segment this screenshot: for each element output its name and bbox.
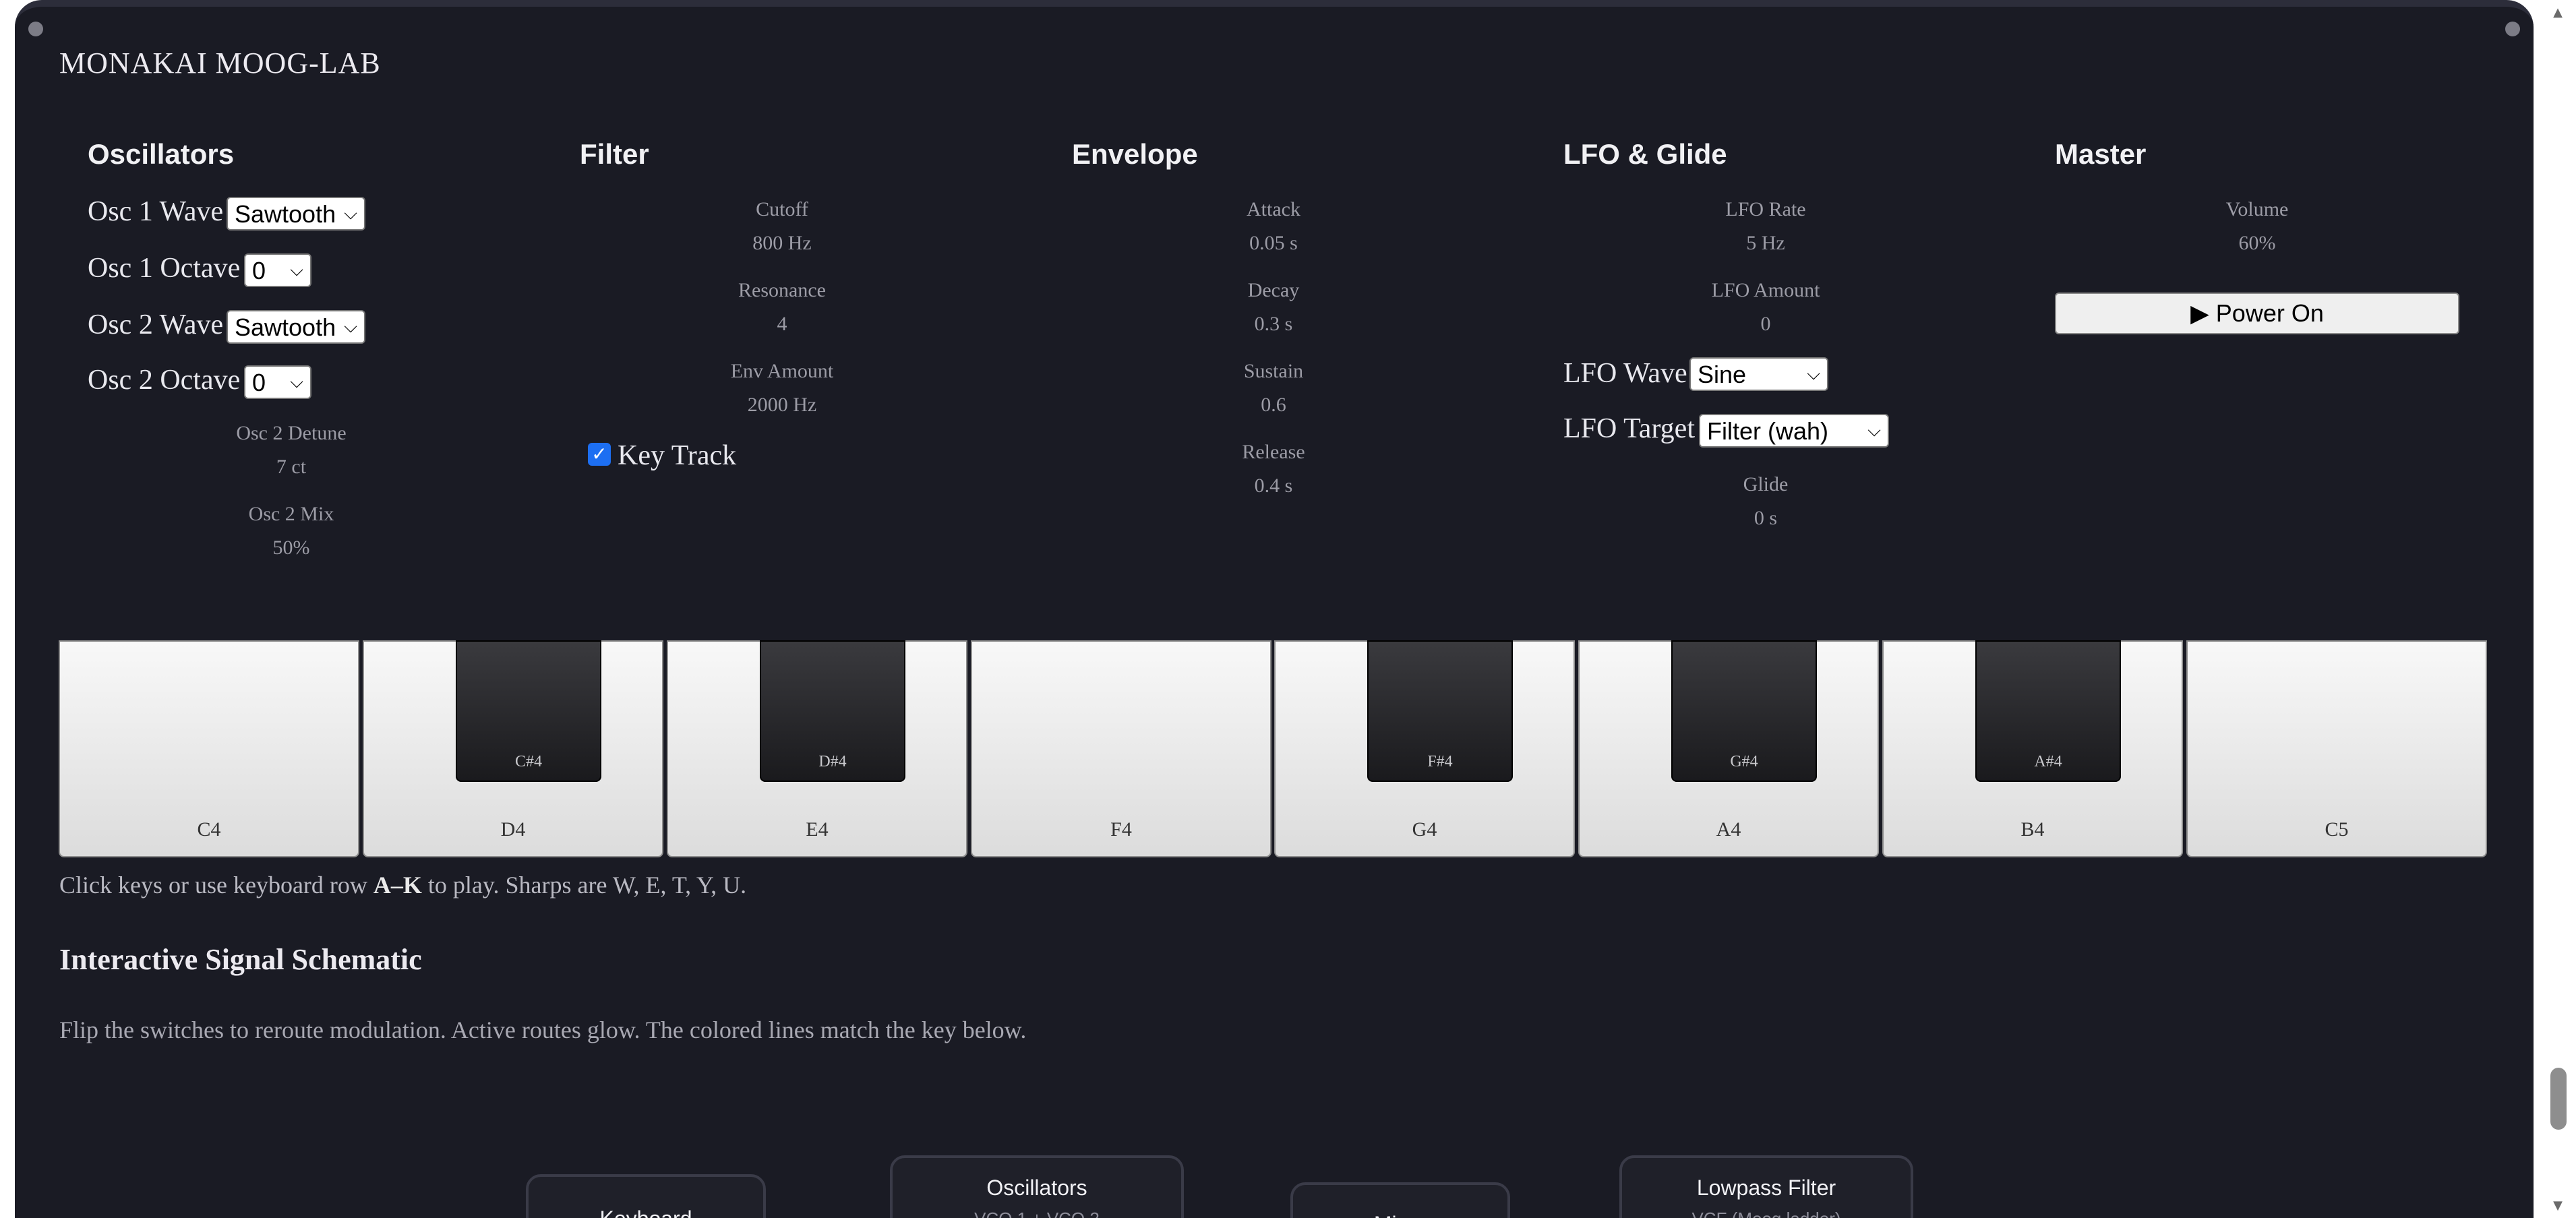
filter-cutoff-slider[interactable]: Cutoff 800 Hz xyxy=(620,193,944,260)
scrollbar-track[interactable]: ▲ ▼ xyxy=(2536,0,2576,1218)
osc2-detune-slider[interactable]: Osc 2 Detune 7 ct xyxy=(129,417,453,484)
section-heading-oscillators: Oscillators xyxy=(88,138,235,170)
osc1-octave-select[interactable]: 0 ⌵ xyxy=(244,253,311,287)
piano-key-g-sharp4[interactable]: G#4 xyxy=(1671,640,1817,782)
window-corner-dot xyxy=(2505,22,2520,36)
section-heading-lfo: LFO & Glide xyxy=(1563,138,1727,170)
app-title: MONAKAI MOOG-LAB xyxy=(59,47,381,80)
osc1-wave-select[interactable]: Sawtooth ⌵ xyxy=(227,197,365,231)
piano-keyboard: C4 D4 E4 F4 G4 A4 B4 C5 C#4 D#4 F#4 G#4 … xyxy=(59,640,2488,859)
osc2-octave-select[interactable]: 0 ⌵ xyxy=(244,365,311,399)
window-corner-dot xyxy=(28,22,43,36)
osc1-octave-label: Osc 1 Octave xyxy=(88,253,241,284)
schematic-title: Interactive Signal Schematic xyxy=(59,943,422,976)
chevron-down-icon: ⌵ xyxy=(344,316,357,336)
osc2-octave-label: Osc 2 Octave xyxy=(88,365,241,396)
osc1-wave-label: Osc 1 Wave xyxy=(88,196,224,227)
osc2-wave-label: Osc 2 Wave xyxy=(88,309,224,340)
piano-key-d-sharp4[interactable]: D#4 xyxy=(760,640,905,782)
lfo-wave-label: LFO Wave xyxy=(1563,358,1687,389)
scroll-down-arrow-icon[interactable]: ▼ xyxy=(2553,1198,2563,1213)
lfo-target-select[interactable]: Filter (wah) ⌵ xyxy=(1699,414,1889,448)
chevron-down-icon: ⌵ xyxy=(344,203,357,223)
osc2-wave-select[interactable]: Sawtooth ⌵ xyxy=(227,310,365,344)
chevron-down-icon: ⌵ xyxy=(290,260,303,280)
glide-slider[interactable]: Glide 0 s xyxy=(1604,468,1927,535)
piano-key-c4[interactable]: C4 xyxy=(59,640,359,857)
envelope-attack-slider[interactable]: Attack 0.05 s xyxy=(1112,193,1435,260)
piano-key-c5[interactable]: C5 xyxy=(2186,640,2487,857)
app-window: MONAKAI MOOG-LAB Oscillators Osc 1 Wave … xyxy=(15,0,2534,1218)
schematic-description: Flip the switches to reroute modulation.… xyxy=(59,1016,1027,1043)
chevron-down-icon: ⌵ xyxy=(290,371,303,392)
master-volume-slider[interactable]: Volume 60% xyxy=(2095,193,2419,260)
scrollbar-thumb[interactable] xyxy=(2550,1068,2567,1130)
osc2-mix-slider[interactable]: Osc 2 Mix 50% xyxy=(129,497,453,565)
section-heading-master: Master xyxy=(2055,138,2147,170)
scroll-up-arrow-icon[interactable]: ▲ xyxy=(2553,5,2563,20)
keyboard-hint: Click keys or use keyboard row A–K to pl… xyxy=(59,872,747,899)
filter-resonance-slider[interactable]: Resonance 4 xyxy=(620,274,944,341)
schematic-node-oscillators[interactable]: OscillatorsVCO 1 + VCO 2 xyxy=(890,1155,1184,1218)
lfo-wave-select[interactable]: Sine ⌵ xyxy=(1689,357,1828,391)
schematic-node-keyboard[interactable]: Keyboard xyxy=(526,1174,766,1218)
key-track-checkbox[interactable]: ✓ xyxy=(588,443,611,466)
lfo-target-label: LFO Target xyxy=(1563,413,1695,444)
lfo-amount-slider[interactable]: LFO Amount 0 xyxy=(1604,274,1927,341)
envelope-decay-slider[interactable]: Decay 0.3 s xyxy=(1112,274,1435,341)
piano-key-c-sharp4[interactable]: C#4 xyxy=(456,640,601,782)
chevron-down-icon: ⌵ xyxy=(1867,420,1881,440)
key-track-label: Key Track xyxy=(618,440,737,471)
piano-key-f4[interactable]: F4 xyxy=(971,640,1271,857)
piano-key-a-sharp4[interactable]: A#4 xyxy=(1975,640,2121,782)
lfo-rate-slider[interactable]: LFO Rate 5 Hz xyxy=(1604,193,1927,260)
schematic-node-mixer[interactable]: Mixer xyxy=(1290,1182,1510,1218)
envelope-release-slider[interactable]: Release 0.4 s xyxy=(1112,435,1435,503)
envelope-sustain-slider[interactable]: Sustain 0.6 xyxy=(1112,355,1435,422)
schematic-node-lowpass-filter[interactable]: Lowpass FilterVCF (Moog ladder) xyxy=(1619,1155,1913,1218)
piano-key-f-sharp4[interactable]: F#4 xyxy=(1367,640,1513,782)
filter-env-amount-slider[interactable]: Env Amount 2000 Hz xyxy=(620,355,944,422)
power-on-button[interactable]: ▶ Power On xyxy=(2055,293,2459,334)
chevron-down-icon: ⌵ xyxy=(1807,363,1820,384)
section-heading-filter: Filter xyxy=(580,138,649,170)
section-heading-envelope: Envelope xyxy=(1072,138,1198,170)
